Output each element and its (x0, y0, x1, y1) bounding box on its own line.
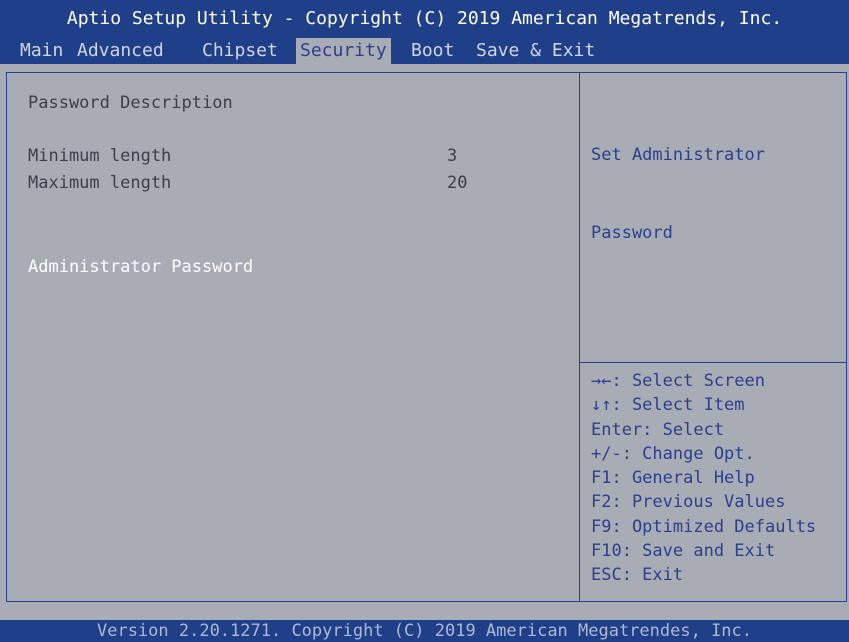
help-panel: Set Administrator Password (591, 90, 765, 272)
key-general-help: F1: General Help (591, 468, 755, 489)
help-line-1: Set Administrator (591, 145, 765, 165)
min-length-label: Minimum length (28, 146, 172, 166)
help-divider (580, 362, 847, 363)
panel-divider (579, 72, 580, 602)
key-optimized-defaults: F9: Optimized Defaults (591, 516, 817, 537)
key-select-screen: →←: Select Screen (591, 371, 765, 391)
tab-save-exit[interactable]: Save & Exit (472, 38, 599, 64)
key-save-exit: F10: Save and Exit (591, 541, 776, 562)
key-select-item: ↓↑: Select Item (591, 395, 745, 416)
tab-boot[interactable]: Boot (407, 38, 458, 64)
key-legend: →←: Select Screen ↓↑: Select Item Enter:… (591, 369, 816, 588)
max-length-label: Maximum length (28, 173, 172, 193)
tab-advanced[interactable]: Advanced (73, 38, 168, 64)
help-line-2: Password (591, 223, 673, 243)
key-previous-values: F2: Previous Values (591, 492, 786, 513)
tab-security[interactable]: Security (296, 38, 391, 64)
title-bar: Aptio Setup Utility - Copyright (C) 2019… (0, 0, 849, 64)
version-footer: Version 2.20.1271. Copyright (C) 2019 Am… (0, 620, 849, 642)
administrator-password-item[interactable]: Administrator Password (28, 256, 253, 278)
tab-chipset[interactable]: Chipset (198, 38, 282, 64)
tab-main[interactable]: Main (16, 38, 67, 64)
key-change-opt: +/-: Change Opt. (591, 443, 755, 464)
section-title: Password Description (28, 93, 233, 113)
key-esc-exit: ESC: Exit (591, 565, 684, 586)
min-length-value: 3 (447, 146, 458, 166)
app-title: Aptio Setup Utility - Copyright (C) 2019… (66, 8, 783, 29)
key-enter-select: Enter: Select (591, 419, 725, 440)
max-length-value: 20 (447, 173, 468, 193)
